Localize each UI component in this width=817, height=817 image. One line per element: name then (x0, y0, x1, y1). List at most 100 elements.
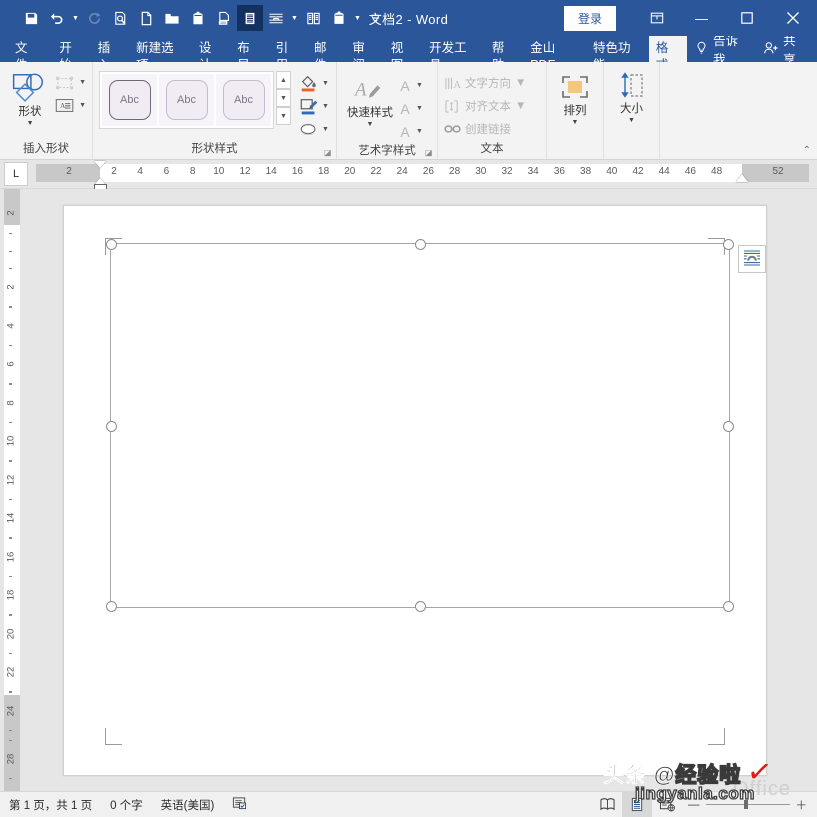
print-preview-button[interactable] (107, 5, 133, 31)
shape-styles-dialog-launcher-icon[interactable]: ◪ (324, 148, 333, 157)
gallery-scroll-up-icon[interactable]: ▲ (276, 71, 291, 89)
tab-review[interactable]: 审阅 (345, 36, 383, 72)
read-mode-button[interactable] (592, 792, 622, 817)
text-effects-button[interactable]: A ▼ (397, 121, 423, 142)
shape-effects-caret-icon[interactable]: ▼ (322, 126, 329, 133)
share-button[interactable]: 共享 (757, 34, 817, 67)
shape-fill-caret-icon[interactable]: ▼ (322, 80, 329, 87)
create-link-button[interactable]: 创建链接 (444, 118, 511, 140)
shape-handle-top-center[interactable] (415, 239, 426, 250)
shape-handle-middle-left[interactable] (106, 420, 117, 432)
vertical-ruler[interactable]: 2 2 4 6 8 10 12 14 16 18 20 22 24 28 (0, 189, 22, 791)
text-box-caret-icon[interactable]: ▼ (79, 102, 86, 109)
ribbon-display-options-button[interactable] (634, 0, 679, 36)
insert-arc-caret-icon[interactable]: ▼ (289, 5, 300, 31)
text-direction-button[interactable]: A 文字方向 ▼ (444, 72, 526, 94)
tab-mailings[interactable]: 邮件 (307, 36, 345, 72)
minimize-button[interactable]: — (679, 0, 724, 36)
shape-outline-button[interactable]: ▼ (299, 96, 329, 117)
tab-special-features[interactable]: 特色功能 (586, 36, 649, 72)
tell-me-box[interactable]: 告诉我 (687, 34, 757, 67)
edit-shape-caret-icon[interactable]: ▼ (79, 79, 86, 86)
shape-handle-top-left[interactable] (106, 239, 117, 250)
tab-stop-selector[interactable]: L (4, 162, 28, 186)
redo-button[interactable] (81, 5, 107, 31)
shape-style-item[interactable]: Abc (216, 74, 271, 126)
paste-special-button[interactable] (326, 5, 352, 31)
text-box-button[interactable]: A ▼ (54, 95, 86, 116)
paste-button[interactable] (185, 5, 211, 31)
edit-shape-button[interactable]: ▼ (54, 72, 86, 93)
zoom-slider[interactable]: — ＋ (682, 797, 817, 813)
shapes-caret-icon[interactable]: ▼ (27, 120, 34, 128)
arrange-button[interactable]: 排列 ▼ (553, 67, 597, 127)
collapse-ribbon-icon[interactable]: ⌃ (803, 145, 811, 156)
text-effects-caret-icon[interactable]: ▼ (416, 128, 423, 135)
first-line-indent-marker[interactable] (94, 161, 106, 168)
new-document-button[interactable] (133, 5, 159, 31)
wordart-quick-styles-button[interactable]: A 快速样式 ▼ (343, 73, 397, 129)
document-canvas[interactable] (22, 189, 817, 791)
shape-styles-gallery[interactable]: Abc Abc Abc (99, 71, 274, 129)
zoom-in-button[interactable]: ＋ (796, 797, 808, 813)
zoom-track[interactable] (705, 800, 790, 809)
shape-outline-caret-icon[interactable]: ▼ (322, 103, 329, 110)
save-button[interactable] (18, 5, 44, 31)
web-layout-button[interactable] (652, 792, 682, 817)
shape-handle-bottom-left[interactable] (106, 601, 117, 612)
zoom-out-button[interactable]: — (688, 799, 700, 811)
open-button[interactable] (159, 5, 185, 31)
arrange-caret-icon[interactable]: ▼ (572, 119, 579, 127)
shape-style-item[interactable]: Abc (159, 74, 214, 126)
text-outline-caret-icon[interactable]: ▼ (416, 105, 423, 112)
tab-help[interactable]: 帮助 (485, 36, 523, 72)
wordart-quick-styles-caret-icon[interactable]: ▼ (367, 121, 374, 129)
shape-style-item[interactable]: Abc (102, 74, 157, 126)
align-text-caret-icon[interactable]: ▼ (515, 100, 526, 112)
layout-options-button[interactable] (738, 245, 766, 273)
text-direction-caret-icon[interactable]: ▼ (515, 77, 526, 89)
shape-handle-bottom-right[interactable] (723, 601, 734, 612)
shape-fill-button[interactable]: ▼ (299, 73, 329, 94)
sign-in-button[interactable]: 登录 (563, 5, 616, 31)
tab-references[interactable]: 引用 (269, 36, 307, 72)
draw-table-button[interactable] (237, 5, 263, 31)
shape-handle-top-right[interactable] (723, 239, 734, 250)
wordart-dialog-launcher-icon[interactable]: ◪ (425, 148, 434, 157)
customize-toolbar-button[interactable] (363, 5, 389, 31)
right-indent-marker[interactable] (736, 174, 748, 182)
text-outline-button[interactable]: A ▼ (397, 98, 423, 119)
tab-kingsoft-pdf[interactable]: 金山PDF (523, 36, 586, 72)
tab-design[interactable]: 设计 (192, 36, 230, 72)
word-count-indicator[interactable]: 0 个字 (101, 797, 152, 813)
shapes-button[interactable]: 形状 ▼ (6, 67, 54, 128)
tab-file[interactable]: 文件 (8, 36, 46, 72)
page-indicator[interactable]: 第 1 页，共 1 页 (0, 797, 101, 813)
tab-home[interactable]: 开始 (52, 36, 90, 72)
size-caret-icon[interactable]: ▼ (628, 117, 635, 125)
horizontal-ruler[interactable]: 2 52 2 4 6 8 10 12 14 16 18 20 22 24 26 28 30 32 34 36 38 40 4… (36, 161, 809, 193)
shape-handle-bottom-center[interactable] (415, 601, 426, 612)
tab-developer[interactable]: 开发工具 (422, 36, 485, 72)
shape-effects-button[interactable]: ▼ (299, 119, 329, 140)
size-button[interactable]: 大小 ▼ (610, 67, 653, 125)
word-count-button[interactable]: 100 (211, 5, 237, 31)
text-fill-button[interactable]: A ▼ (397, 75, 423, 96)
text-fill-caret-icon[interactable]: ▼ (416, 82, 423, 89)
proofing-status-button[interactable] (223, 796, 256, 813)
shape-handle-middle-right[interactable] (723, 420, 734, 432)
undo-button[interactable] (44, 5, 70, 31)
language-indicator[interactable]: 英语(美国) (152, 797, 224, 813)
maximize-button[interactable] (724, 0, 769, 36)
close-button[interactable] (769, 0, 817, 36)
columns-button[interactable] (300, 5, 326, 31)
gallery-scroll-down-icon[interactable]: ▼ (276, 89, 291, 107)
document-page[interactable] (63, 205, 767, 776)
tab-view[interactable]: 视图 (384, 36, 422, 72)
tab-insert[interactable]: 插入 (91, 36, 129, 72)
paste-special-caret-icon[interactable]: ▼ (352, 5, 363, 31)
tab-format[interactable]: 格式 (648, 36, 688, 72)
tab-layout[interactable]: 布局 (230, 36, 268, 72)
tab-new-options[interactable]: 新建选项 (129, 36, 192, 72)
rectangle-shape[interactable] (106, 239, 734, 612)
